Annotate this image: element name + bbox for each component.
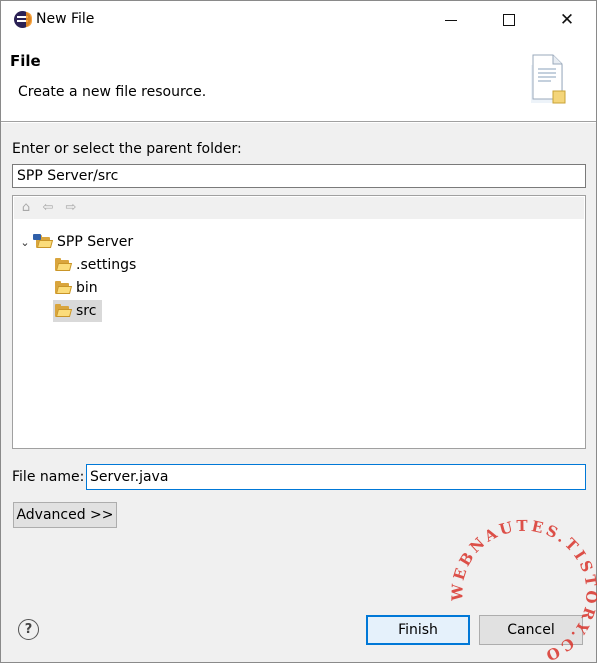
close-button[interactable]: ✕	[539, 1, 595, 39]
parent-folder-label: Enter or select the parent folder:	[12, 141, 242, 157]
folder-tree[interactable]: ⌂ ⇦ ⇨ ⌄ SPP Server .settings bin src	[12, 195, 586, 449]
advanced-button[interactable]: Advanced >>	[13, 502, 117, 528]
forward-arrow-icon[interactable]: ⇨	[63, 200, 79, 216]
cancel-button[interactable]: Cancel	[479, 615, 583, 645]
maximize-icon	[503, 14, 515, 26]
tree-item-label: bin	[76, 280, 98, 296]
new-file-wizard-icon	[531, 54, 566, 104]
tree-item-label: SPP Server	[57, 234, 134, 250]
folder-icon	[55, 258, 73, 271]
minimize-button[interactable]	[423, 1, 479, 39]
finish-button[interactable]: Finish	[366, 615, 470, 645]
help-icon[interactable]: ?	[18, 619, 39, 640]
file-name-label: File name:	[12, 469, 85, 485]
parent-folder-input[interactable]: SPP Server/src	[12, 164, 586, 188]
title-bar[interactable]: New File ✕	[1, 1, 596, 39]
folder-icon	[55, 304, 73, 317]
window-title: New File	[36, 11, 95, 27]
home-icon[interactable]: ⌂	[18, 200, 34, 216]
page-description: Create a new file resource.	[18, 84, 207, 100]
folder-icon	[55, 281, 73, 294]
wizard-banner: File Create a new file resource.	[1, 39, 596, 122]
tree-item-bin[interactable]: bin	[55, 277, 98, 299]
chevron-down-icon[interactable]: ⌄	[18, 231, 32, 253]
eclipse-icon	[14, 11, 32, 28]
back-arrow-icon[interactable]: ⇦	[40, 200, 56, 216]
tree-item-project[interactable]: ⌄ SPP Server	[18, 231, 133, 253]
maximize-button[interactable]	[481, 1, 537, 39]
new-file-dialog: New File ✕ File Create a new file resour…	[0, 0, 597, 663]
tree-item-src[interactable]: src	[53, 300, 103, 322]
dialog-content: Enter or select the parent folder: SPP S…	[1, 123, 596, 588]
page-title: File	[10, 52, 41, 70]
tree-item-label: src	[76, 303, 97, 319]
file-name-input[interactable]: Server.java	[86, 464, 586, 490]
dialog-footer: ? Finish Cancel	[1, 588, 596, 662]
project-folder-icon	[33, 234, 54, 248]
tree-toolbar: ⌂ ⇦ ⇨	[14, 197, 584, 219]
tree-item-label: .settings	[76, 257, 137, 273]
tree-item-settings[interactable]: .settings	[55, 254, 136, 276]
minimize-icon	[445, 19, 457, 21]
close-icon: ✕	[559, 10, 575, 30]
